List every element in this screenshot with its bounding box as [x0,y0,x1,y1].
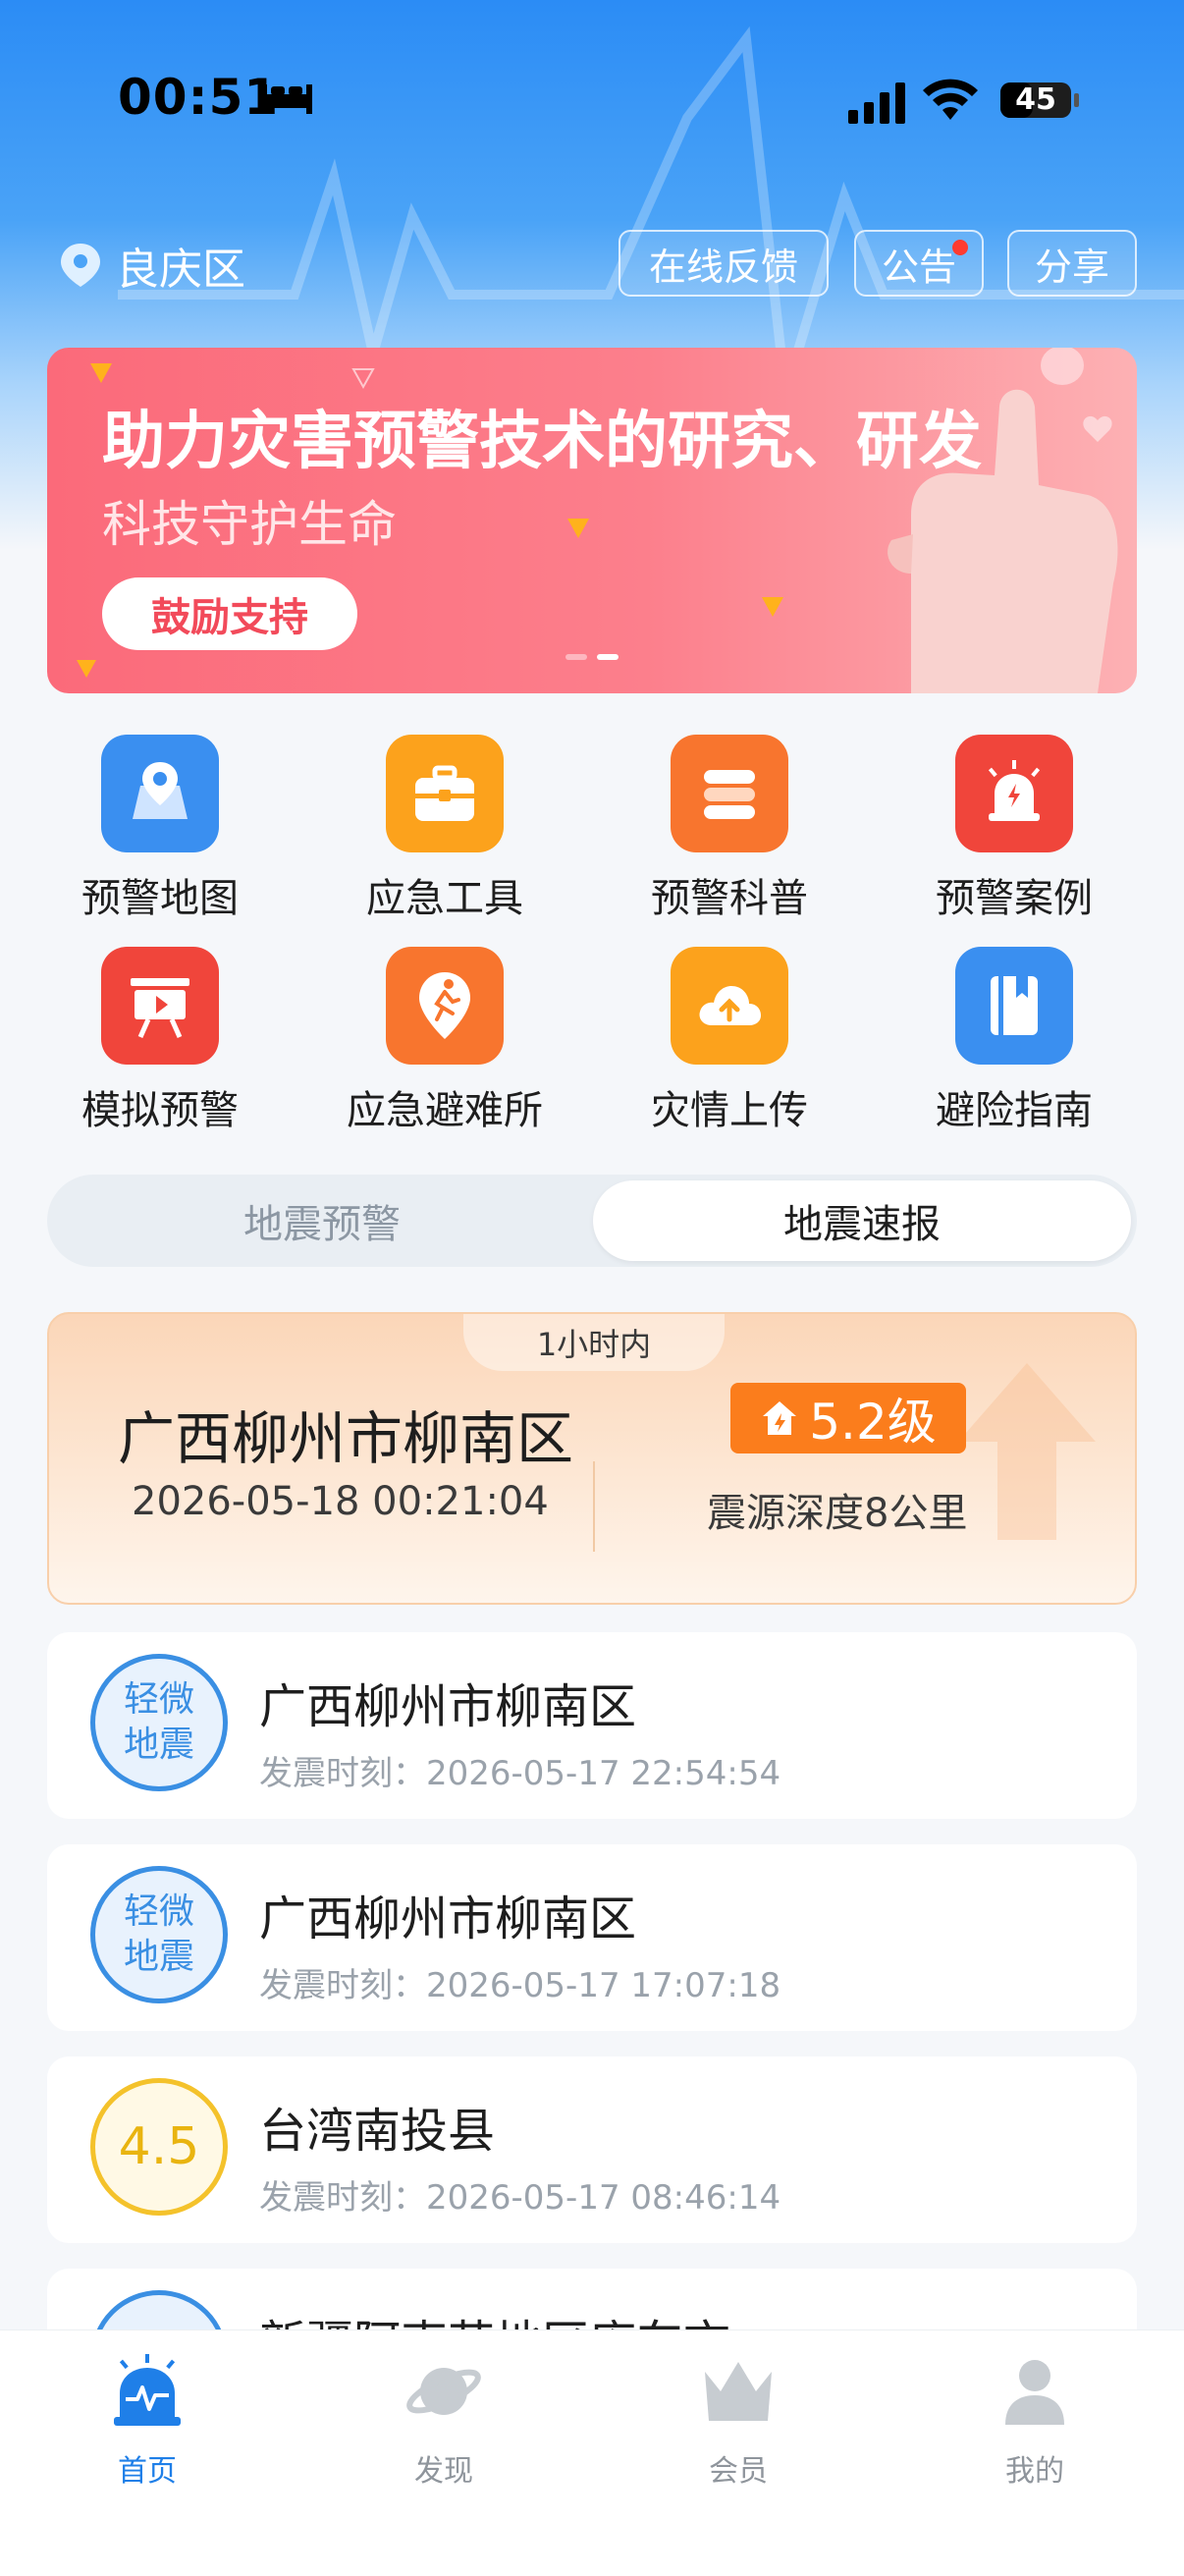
grid-item-emergency-tools[interactable]: 应急工具 [332,735,558,931]
grid-label: 预警科普 [651,876,808,921]
magnitude-value: 5.2级 [809,1394,937,1451]
magnitude-arrow-decoration [958,1363,1096,1540]
alarm-light-icon [955,735,1073,852]
banner-pagination [565,654,619,660]
map-pin-icon [101,735,219,852]
book-stack-icon [671,735,788,852]
location-selector[interactable]: 良庆区 [59,236,245,295]
tab-earthquake-report[interactable]: 地震速报 [593,1180,1131,1261]
quake-place: 广西柳州市柳南区 [259,1679,637,1734]
announcement-label: 公告 [881,245,956,289]
magnitude-badge: 5.2级 [730,1383,966,1453]
planet-icon [406,2368,481,2415]
featured-time: 2026-05-18 00:21:04 [132,1479,549,1524]
quake-place: 广西柳州市柳南区 [259,1891,637,1946]
grid-item-simulated-warning[interactable]: 模拟预警 [47,947,273,1143]
grid-item-warning-science[interactable]: 预警科普 [617,735,842,931]
notification-dot [952,240,968,255]
battery-level: 45 [1015,82,1056,117]
alarm-home-icon [114,2354,181,2426]
status-time: 00:51 [118,69,280,126]
featured-quake-card[interactable]: 1小时内 广西柳州市柳南区 2026-05-18 00:21:04 5.2级 震… [47,1312,1137,1605]
quake-list-item[interactable]: 轻微 地震 广西柳州市柳南区 发震时刻：2026-05-17 22:54:54 [47,1632,1137,1819]
focal-depth: 震源深度8公里 [707,1491,968,1536]
quake-list-item[interactable]: 轻微 地震 广西柳州市柳南区 发震时刻：2026-05-17 17:07:18 [47,1844,1137,2031]
nav-profile[interactable]: 我的 [937,2354,1133,2490]
sleep-focus-icon [261,84,312,114]
grid-label: 模拟预警 [81,1088,239,1133]
nav-discover[interactable]: 发现 [346,2354,542,2490]
grid-label: 预警地图 [81,876,239,921]
promo-banner[interactable]: 助力灾害预警技术的研究、研发 科技守护生命 鼓励支持 [47,348,1137,693]
status-bar: 00:51 45 [0,69,1184,128]
thumbs-up-illustration [888,348,1118,693]
nav-label: 会员 [709,2454,768,2489]
page-dot-active [597,654,619,660]
grid-item-emergency-shelter[interactable]: 应急避难所 [332,947,558,1143]
support-button[interactable]: 鼓励支持 [102,577,357,650]
nav-label: 我的 [1005,2454,1064,2489]
crown-icon [705,2362,772,2421]
divider [593,1461,595,1552]
location-name: 良庆区 [116,245,245,295]
grid-label: 应急避难所 [347,1088,543,1133]
cloud-upload-icon [671,947,788,1065]
nav-label: 发现 [414,2454,473,2489]
battery-indicator: 45 [999,79,1080,122]
quake-place: 台湾南投县 [259,2104,496,2159]
grid-item-disaster-upload[interactable]: 灾情上传 [617,947,842,1143]
grid-item-risk-guide[interactable]: 避险指南 [901,947,1127,1143]
quake-time: 发震时刻：2026-05-17 08:46:14 [259,2178,781,2218]
tab-earthquake-warning[interactable]: 地震预警 [53,1180,591,1261]
wifi-icon [923,79,978,120]
nav-label: 首页 [118,2454,177,2489]
quake-list-item[interactable]: 4.5 台湾南投县 发震时刻：2026-05-17 08:46:14 [47,2056,1137,2243]
grid-label: 应急工具 [366,876,523,921]
intensity-badge: 轻微 地震 [90,1866,228,2003]
location-pin-icon [61,244,100,287]
share-button[interactable]: 分享 [1007,230,1137,297]
grid-label: 预警案例 [936,876,1093,921]
bottom-nav: 首页 发现 会员 我的 [0,2329,1184,2576]
grid-label: 避险指南 [936,1088,1093,1133]
banner-subtitle: 科技守护生命 [102,496,397,553]
guide-book-icon [955,947,1073,1065]
page-dot [565,654,587,660]
shelter-run-icon [386,947,504,1065]
cellular-signal-icon [848,82,905,124]
person-icon [1005,2360,1064,2425]
quake-time: 发震时刻：2026-05-17 17:07:18 [259,1966,781,2005]
announcement-button[interactable]: 公告 [854,230,984,297]
presentation-icon [101,947,219,1065]
magnitude-badge-circle: 4.5 [90,2078,228,2216]
grid-label: 灾情上传 [651,1088,808,1133]
grid-item-warning-cases[interactable]: 预警案例 [901,735,1127,931]
time-range-chip: 1小时内 [463,1314,725,1371]
nav-home[interactable]: 首页 [49,2354,245,2490]
featured-place: 广西柳州市柳南区 [118,1405,574,1472]
quake-tab-bar: 地震预警 地震速报 [47,1175,1137,1267]
house-alert-icon [763,1401,797,1435]
grid-item-warning-map[interactable]: 预警地图 [47,735,273,931]
intensity-badge: 轻微 地震 [90,1654,228,1791]
nav-membership[interactable]: 会员 [640,2354,836,2490]
feedback-button[interactable]: 在线反馈 [619,230,829,297]
toolbox-icon [386,735,504,852]
quake-time: 发震时刻：2026-05-17 22:54:54 [259,1754,781,1793]
